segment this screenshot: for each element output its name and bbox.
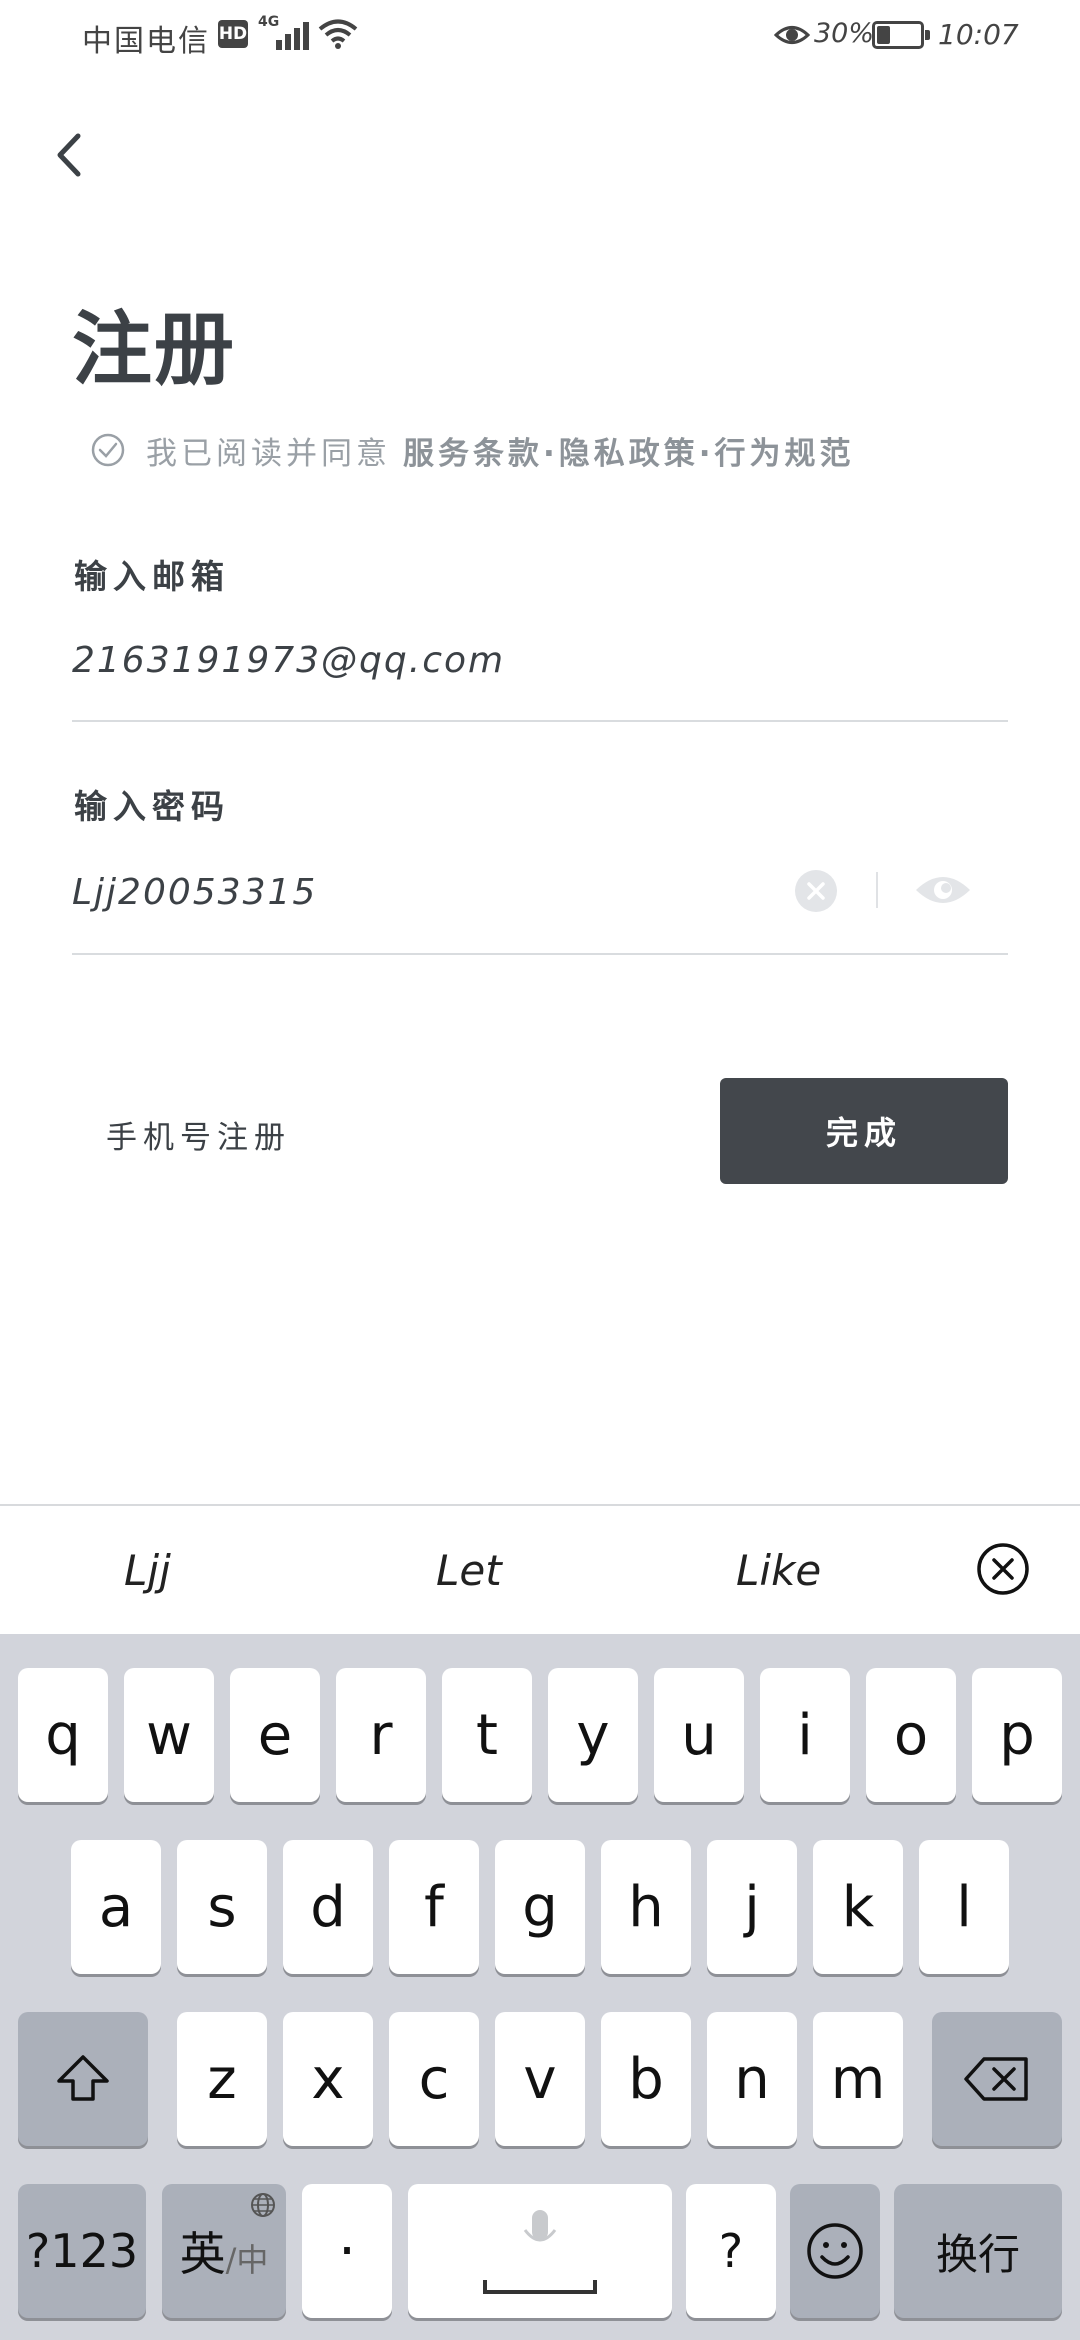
back-icon[interactable] [40,120,100,190]
key-o[interactable]: o [866,1668,956,1802]
globe-icon [251,2193,275,2217]
battery-icon [872,21,930,49]
battery-percent: 30% [814,18,875,49]
language-key-main: 英 [179,2227,226,2281]
suggestion-item[interactable]: Like [736,1546,821,1595]
language-key[interactable]: 英 /中 [162,2184,286,2318]
key-f[interactable]: f [389,1840,479,1974]
key-c[interactable]: c [389,2012,479,2146]
key-n[interactable]: n [707,2012,797,2146]
agreement-row[interactable]: 我已阅读并同意 服务条款·隐私政策·行为规范 [90,428,855,472]
field-separator [876,872,878,908]
agreement-links[interactable]: 服务条款·隐私政策·行为规范 [403,428,855,473]
microphone-icon [483,2210,597,2294]
key-q[interactable]: q [18,1668,108,1802]
carrier-name: 中国电信 [82,24,210,59]
email-divider [72,720,1008,722]
emoji-icon [807,2223,863,2279]
language-key-sub: /中 [225,2241,269,2279]
suggestion-item[interactable]: Ljj [124,1546,171,1595]
key-w[interactable]: w [124,1668,214,1802]
password-field[interactable]: Ljj20053315 [72,872,317,913]
key-u[interactable]: u [654,1668,744,1802]
password-divider [72,953,1008,955]
numbers-key[interactable]: ?123 [18,2184,146,2318]
eye-comfort-icon [774,26,810,44]
emoji-key[interactable] [790,2184,880,2318]
email-label: 输入邮箱 [74,557,230,596]
key-a[interactable]: a [71,1840,161,1974]
clear-icon[interactable] [795,870,837,912]
status-bar: 中国电信 HD 4G 30% 10:07 [0,0,1080,72]
signal-icon [272,20,312,50]
enter-key[interactable]: 换行 [894,2184,1062,2318]
dot-key[interactable]: · [302,2184,392,2318]
agreement-prefix: 我已阅读并同意 [146,435,391,472]
key-z[interactable]: z [177,2012,267,2146]
page-title: 注册 [72,302,236,396]
close-suggestions-icon[interactable] [976,1542,1030,1596]
key-y[interactable]: y [548,1668,638,1802]
backspace-key[interactable] [932,2012,1062,2146]
key-v[interactable]: v [495,2012,585,2146]
shift-key[interactable] [18,2012,148,2146]
suggestion-bar: Ljj Let Like [0,1504,1080,1634]
suggestion-item[interactable]: Let [436,1546,502,1595]
key-j[interactable]: j [707,1840,797,1974]
key-b[interactable]: b [601,2012,691,2146]
shift-icon [57,2055,109,2101]
key-k[interactable]: k [813,1840,903,1974]
eye-icon[interactable] [914,868,972,912]
done-button[interactable]: 完成 [720,1078,1008,1184]
key-t[interactable]: t [442,1668,532,1802]
keyboard: q w e r t y u i o p a s d f g h j k l z … [0,1634,1080,2340]
key-i[interactable]: i [760,1668,850,1802]
key-l[interactable]: l [919,1840,1009,1974]
wifi-icon [318,19,358,49]
key-e[interactable]: e [230,1668,320,1802]
key-s[interactable]: s [177,1840,267,1974]
status-time: 10:07 [938,18,1019,51]
backspace-icon [964,2057,1028,2101]
key-x[interactable]: x [283,2012,373,2146]
question-key[interactable]: ? [686,2184,776,2318]
key-p[interactable]: p [972,1668,1062,1802]
phone-register-link[interactable]: 手机号注册 [106,1112,291,1157]
check-circle-icon[interactable] [90,432,126,468]
key-m[interactable]: m [813,2012,903,2146]
battery-level [877,26,890,44]
key-d[interactable]: d [283,1840,373,1974]
space-key[interactable] [408,2184,672,2318]
email-field[interactable]: 2163191973@qq.com [72,640,505,681]
key-h[interactable]: h [601,1840,691,1974]
password-label: 输入密码 [74,787,230,826]
key-r[interactable]: r [336,1668,426,1802]
key-g[interactable]: g [495,1840,585,1974]
hd-badge: HD [218,20,248,48]
